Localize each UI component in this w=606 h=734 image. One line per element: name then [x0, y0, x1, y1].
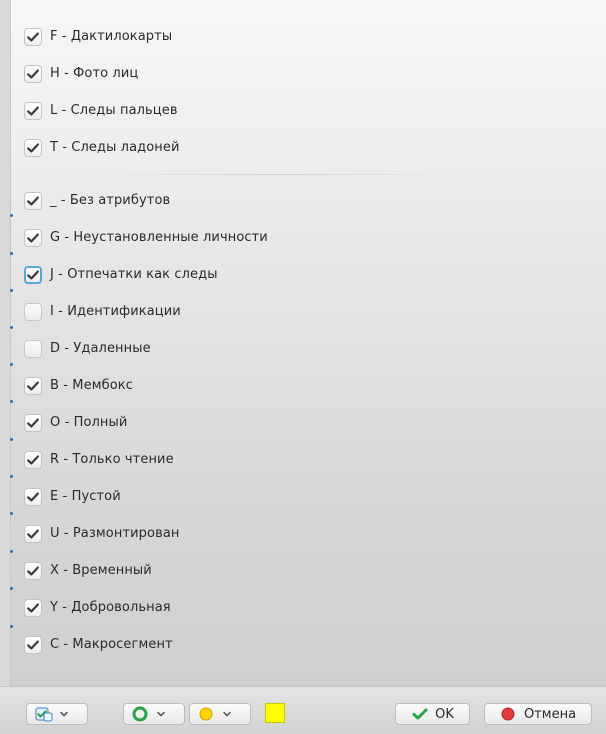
filter-label: B - Мембокс	[50, 378, 133, 393]
row-marker-dot	[10, 438, 13, 441]
status-menu-button[interactable]	[123, 703, 185, 725]
bottom-toolbar: OK Отмена	[0, 686, 606, 734]
filter-row-U[interactable]: U - Размонтирован	[24, 515, 584, 552]
check-icon	[27, 529, 39, 538]
filter-row-D[interactable]: D - Удаленные	[24, 330, 584, 367]
filter-label: I - Идентификации	[50, 304, 181, 319]
filter-row-L[interactable]: L - Следы пальцев	[24, 92, 584, 129]
checkbox[interactable]	[24, 228, 42, 247]
filter-label: F - Дактилокарты	[50, 29, 173, 44]
check-icon	[27, 492, 39, 501]
check-icon	[27, 196, 39, 205]
checkbox[interactable]	[24, 265, 42, 284]
filter-row-O[interactable]: O - Полный	[24, 404, 584, 441]
ok-check-icon	[412, 708, 428, 720]
separator	[78, 174, 478, 175]
filter-label: Y - Добровольная	[50, 600, 171, 615]
checkbox[interactable]	[24, 487, 42, 506]
filter-row-E[interactable]: E - Пустой	[24, 478, 584, 515]
checkbox[interactable]	[24, 561, 42, 580]
checkbox[interactable]	[24, 376, 42, 395]
filter-row-R[interactable]: R - Только чтение	[24, 441, 584, 478]
row-marker-dot	[10, 400, 13, 403]
chevron-down-icon	[223, 711, 231, 717]
filter-row-Y[interactable]: Y - Добровольная	[24, 589, 584, 626]
filter-label: E - Пустой	[50, 489, 121, 504]
check-icon	[27, 106, 39, 115]
filter-row-G[interactable]: G - Неустановленные личности	[24, 219, 584, 256]
filter-row-X[interactable]: X - Временный	[24, 552, 584, 589]
yellow-dot-icon	[199, 707, 213, 721]
row-marker-dot	[10, 289, 13, 292]
check-icon	[27, 381, 39, 390]
cancel-icon	[501, 707, 515, 721]
color-swatch[interactable]	[265, 703, 285, 723]
checkbox[interactable]	[24, 101, 42, 120]
filter-group-primary: F - Дактилокарты H - Фото лиц L - Следы …	[24, 18, 584, 166]
row-marker-dot	[10, 214, 13, 217]
check-icon	[27, 455, 39, 464]
filter-label: J - Отпечатки как следы	[50, 267, 218, 282]
cancel-button[interactable]: Отмена	[484, 703, 592, 725]
filter-label: O - Полный	[50, 415, 128, 430]
row-marker-dot	[10, 550, 13, 553]
checkbox[interactable]	[24, 339, 42, 358]
checkbox[interactable]	[24, 302, 42, 321]
row-marker-dot	[10, 475, 13, 478]
row-marker-dot	[10, 326, 13, 329]
checklist-icon	[35, 707, 53, 722]
filter-label: G - Неустановленные личности	[50, 230, 268, 245]
filter-label: H - Фото лиц	[50, 66, 139, 81]
filter-label: T - Следы ладоней	[50, 140, 180, 155]
filter-label: U - Размонтирован	[50, 526, 180, 541]
filter-row-underscore[interactable]: _ - Без атрибутов	[24, 182, 584, 219]
filter-group-attributes: _ - Без атрибутов G - Неустановленные ли…	[24, 182, 584, 663]
check-icon	[27, 566, 39, 575]
filter-label: D - Удаленные	[50, 341, 151, 356]
ok-button[interactable]: OK	[395, 703, 470, 725]
check-icon	[27, 69, 39, 78]
check-icon	[27, 418, 39, 427]
filter-label: X - Временный	[50, 563, 152, 578]
checklist-menu-button[interactable]	[26, 703, 88, 725]
checkbox[interactable]	[24, 191, 42, 210]
row-marker-dot	[10, 363, 13, 366]
check-icon	[27, 270, 39, 279]
row-marker-dot	[10, 625, 13, 628]
checkbox[interactable]	[24, 524, 42, 543]
check-icon	[27, 233, 39, 242]
cancel-label: Отмена	[523, 706, 577, 722]
check-icon	[27, 603, 39, 612]
row-marker-dot	[10, 512, 13, 515]
color-menu-button[interactable]	[189, 703, 251, 725]
chevron-down-icon	[60, 711, 68, 717]
checkbox[interactable]	[24, 138, 42, 157]
circle-status-icon	[132, 706, 148, 722]
filter-row-I[interactable]: I - Идентификации	[24, 293, 584, 330]
checkbox[interactable]	[24, 64, 42, 83]
check-icon	[27, 32, 39, 41]
filter-label: L - Следы пальцев	[50, 103, 178, 118]
filter-row-T[interactable]: T - Следы ладоней	[24, 129, 584, 166]
chevron-down-icon	[157, 711, 165, 717]
filter-row-C[interactable]: C - Макросегмент	[24, 626, 584, 663]
filter-label: C - Макросегмент	[50, 637, 173, 652]
checkbox[interactable]	[24, 27, 42, 46]
filter-row-J[interactable]: J - Отпечатки как следы	[24, 256, 584, 293]
filter-row-B[interactable]: B - Мембокс	[24, 367, 584, 404]
row-marker-dot	[10, 252, 13, 255]
filter-row-F[interactable]: F - Дактилокарты	[24, 18, 584, 55]
check-icon	[27, 640, 39, 649]
checkbox[interactable]	[24, 598, 42, 617]
checkbox[interactable]	[24, 413, 42, 432]
ok-label: OK	[435, 706, 454, 722]
filter-panel: F - Дактилокарты H - Фото лиц L - Следы …	[10, 0, 606, 686]
checkbox[interactable]	[24, 635, 42, 654]
filter-label: _ - Без атрибутов	[50, 193, 171, 208]
filter-row-H[interactable]: H - Фото лиц	[24, 55, 584, 92]
filter-label: R - Только чтение	[50, 452, 174, 467]
row-marker-dot	[10, 587, 13, 590]
checkbox[interactable]	[24, 450, 42, 469]
check-icon	[27, 143, 39, 152]
